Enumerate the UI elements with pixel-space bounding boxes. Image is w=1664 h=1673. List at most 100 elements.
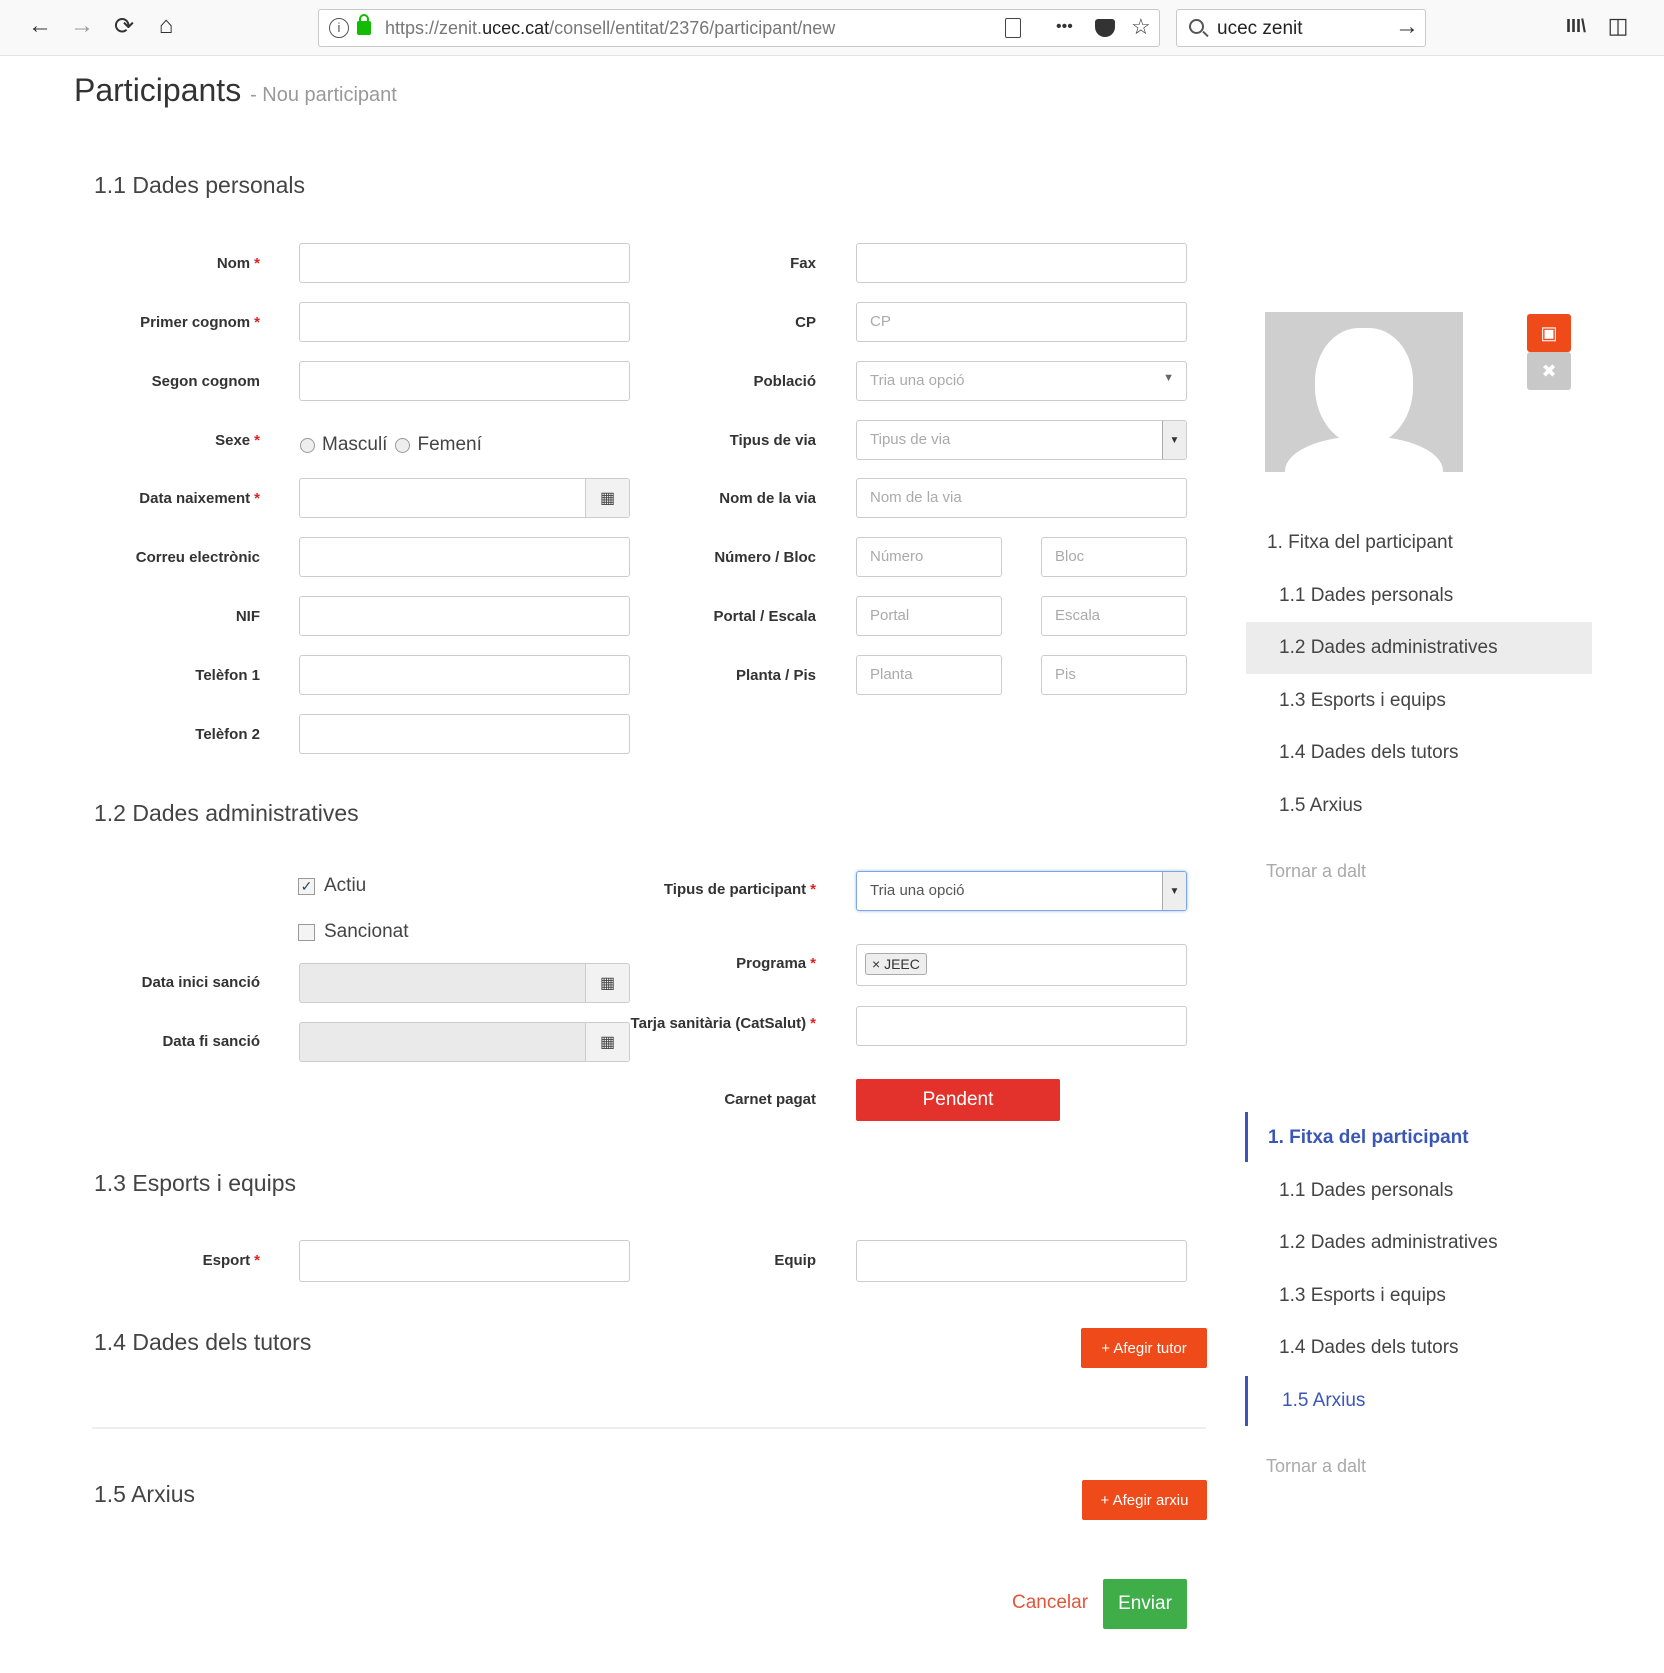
submit-button[interactable]: Enviar — [1103, 1579, 1187, 1629]
reload-icon[interactable]: ⟳ — [106, 8, 142, 44]
toc-item-tutors[interactable]: 1.4 Dades dels tutors — [1279, 742, 1459, 764]
url-text: https://zenit.ucec.cat/consell/entitat/2… — [385, 18, 836, 38]
portal-input[interactable]: Portal — [856, 596, 1002, 636]
toc-active-bar — [1245, 1376, 1248, 1426]
label-nom-via: Nom de la via — [719, 490, 816, 507]
remove-image-icon[interactable]: ✖ — [1527, 352, 1571, 390]
search-bar[interactable]: ucec zenit → — [1176, 9, 1426, 47]
label-planta-pis: Planta / Pis — [735, 667, 816, 684]
section-title-files: 1.5 Arxius — [94, 1481, 195, 1507]
search-icon-handle — [1202, 30, 1209, 38]
toc-item-files[interactable]: 1.5 Arxius — [1282, 1390, 1365, 1412]
dropdown-arrow-icon[interactable]: ▼ — [1162, 872, 1186, 910]
label-tarja-sanitaria: Tarja sanitària (CatSalut) * — [630, 1015, 816, 1032]
actiu-label: Actiu — [324, 875, 367, 896]
sancionat-label: Sancionat — [324, 921, 409, 942]
section-title-admin: 1.2 Dades administratives — [94, 800, 359, 826]
back-to-top-link[interactable]: Tornar a dalt — [1266, 1456, 1366, 1477]
toc-item-personal[interactable]: 1.1 Dades personals — [1279, 1180, 1453, 1202]
sancionat-checkbox[interactable] — [298, 923, 315, 941]
cancel-link[interactable]: Cancelar — [1012, 1592, 1088, 1614]
library-icon[interactable]: III\ — [1558, 8, 1594, 44]
toc-item-sports[interactable]: 1.3 Esports i equips — [1279, 1285, 1446, 1307]
toc-item-tutors[interactable]: 1.4 Dades dels tutors — [1279, 1337, 1459, 1359]
label-sexe: Sexe * — [215, 432, 260, 449]
section-title-personal: 1.1 Dades personals — [94, 172, 305, 198]
fax-input[interactable] — [856, 243, 1187, 283]
nom-via-input[interactable]: Nom de la via — [856, 478, 1187, 518]
label-telefon2: Telèfon 2 — [195, 726, 260, 743]
label-esport: Esport * — [202, 1252, 260, 1269]
add-tutor-button[interactable]: + Afegir tutor — [1081, 1328, 1207, 1368]
tipus-via-select[interactable]: Tipus de via ▼ — [856, 420, 1187, 460]
numero-input[interactable]: Número — [856, 537, 1002, 577]
cp-input[interactable]: CP — [856, 302, 1187, 342]
label-nom: Nom * — [216, 255, 260, 272]
search-input[interactable]: ucec zenit — [1217, 18, 1303, 40]
dropdown-arrow-icon[interactable]: ▼ — [1162, 421, 1186, 459]
add-file-button[interactable]: + Afegir arxiu — [1082, 1480, 1207, 1520]
sidebar-toggle-icon[interactable]: ◫ — [1600, 8, 1636, 44]
escala-input[interactable]: Escala — [1041, 596, 1187, 636]
toc-item-files[interactable]: 1.5 Arxius — [1279, 795, 1362, 817]
pis-input[interactable]: Pis — [1041, 655, 1187, 695]
back-to-top-link[interactable]: Tornar a dalt — [1266, 861, 1366, 882]
telefon2-input[interactable] — [299, 714, 630, 754]
radio-femeni-label: Femení — [417, 434, 482, 455]
radio-femeni[interactable] — [395, 437, 411, 453]
label-numero-bloc: Número / Bloc — [714, 549, 816, 566]
toc-item-sports[interactable]: 1.3 Esports i equips — [1279, 690, 1446, 712]
more-actions-icon[interactable]: ••• — [1056, 18, 1073, 36]
label-data-inici-sancio: Data inici sanció — [141, 974, 260, 991]
chevron-down-icon: ▼ — [1163, 372, 1174, 384]
avatar-shoulders — [1285, 436, 1443, 472]
upload-image-icon[interactable]: ▣ — [1527, 314, 1571, 352]
toc-item-admin[interactable]: 1.2 Dades administratives — [1279, 637, 1498, 659]
programa-multiselect[interactable]: × JEEC — [856, 944, 1187, 986]
label-programa: Programa * — [736, 955, 816, 972]
browser-toolbar: ← → ⟳ ⌂ i https://zenit.ucec.cat/consell… — [0, 0, 1664, 56]
label-data-fi-sancio: Data fi sanció — [162, 1033, 260, 1050]
label-poblacio: Població — [753, 373, 816, 390]
section-title-tutors: 1.4 Dades dels tutors — [94, 1329, 312, 1355]
toc-item-fitxa[interactable]: 1. Fitxa del participant — [1267, 532, 1453, 554]
address-bar[interactable]: i https://zenit.ucec.cat/consell/entitat… — [318, 9, 1160, 47]
tarja-sanitaria-input[interactable] — [856, 1006, 1187, 1046]
radio-masculi[interactable] — [300, 437, 315, 453]
bloc-input[interactable]: Bloc — [1041, 537, 1187, 577]
radio-masculi-label: Masculí — [322, 434, 388, 455]
programa-tag[interactable]: × JEEC — [865, 953, 927, 975]
page-title: Participants - Nou participant — [74, 72, 397, 108]
lock-shackle-icon — [359, 14, 369, 23]
bookmark-star-icon[interactable]: ☆ — [1131, 14, 1151, 40]
sexe-radio-group: Masculí Femení — [300, 434, 482, 456]
label-nif: NIF — [235, 608, 260, 625]
search-go-icon[interactable]: → — [1395, 13, 1419, 41]
equip-input[interactable] — [856, 1240, 1187, 1282]
home-icon[interactable]: ⌂ — [148, 8, 184, 44]
toc-active-bar — [1245, 1112, 1248, 1162]
label-tipus-via: Tipus de via — [729, 432, 816, 449]
planta-input[interactable]: Planta — [856, 655, 1002, 695]
label-correu: Correu electrònic — [135, 549, 260, 566]
pendent-button[interactable]: Pendent — [856, 1079, 1060, 1121]
toc-item-admin[interactable]: 1.2 Dades administratives — [1279, 1232, 1498, 1254]
back-icon[interactable]: ← — [22, 8, 58, 44]
label-cp: CP — [795, 314, 816, 331]
label-portal-escala: Portal / Escala — [713, 608, 816, 625]
toc-item-fitxa[interactable]: 1. Fitxa del participant — [1268, 1127, 1469, 1149]
forward-icon[interactable]: → — [64, 8, 100, 44]
label-tipus-participant: Tipus de participant * — [663, 881, 816, 898]
poblacio-select[interactable]: Tria una opció ▼ — [856, 361, 1187, 401]
label-equip: Equip — [774, 1252, 816, 1269]
pocket-icon[interactable] — [1095, 19, 1115, 37]
toc-item-personal[interactable]: 1.1 Dades personals — [1279, 585, 1453, 607]
tipus-participant-select[interactable]: Tria una opció ▼ — [856, 871, 1187, 911]
lock-icon — [357, 21, 371, 35]
actiu-checkbox[interactable]: ✓ — [298, 877, 315, 895]
label-carnet-pagat: Carnet pagat — [724, 1091, 816, 1108]
reader-view-icon[interactable] — [1005, 18, 1021, 38]
info-icon[interactable]: i — [329, 18, 349, 38]
section-divider — [92, 1427, 1206, 1429]
label-fax: Fax — [790, 255, 816, 272]
